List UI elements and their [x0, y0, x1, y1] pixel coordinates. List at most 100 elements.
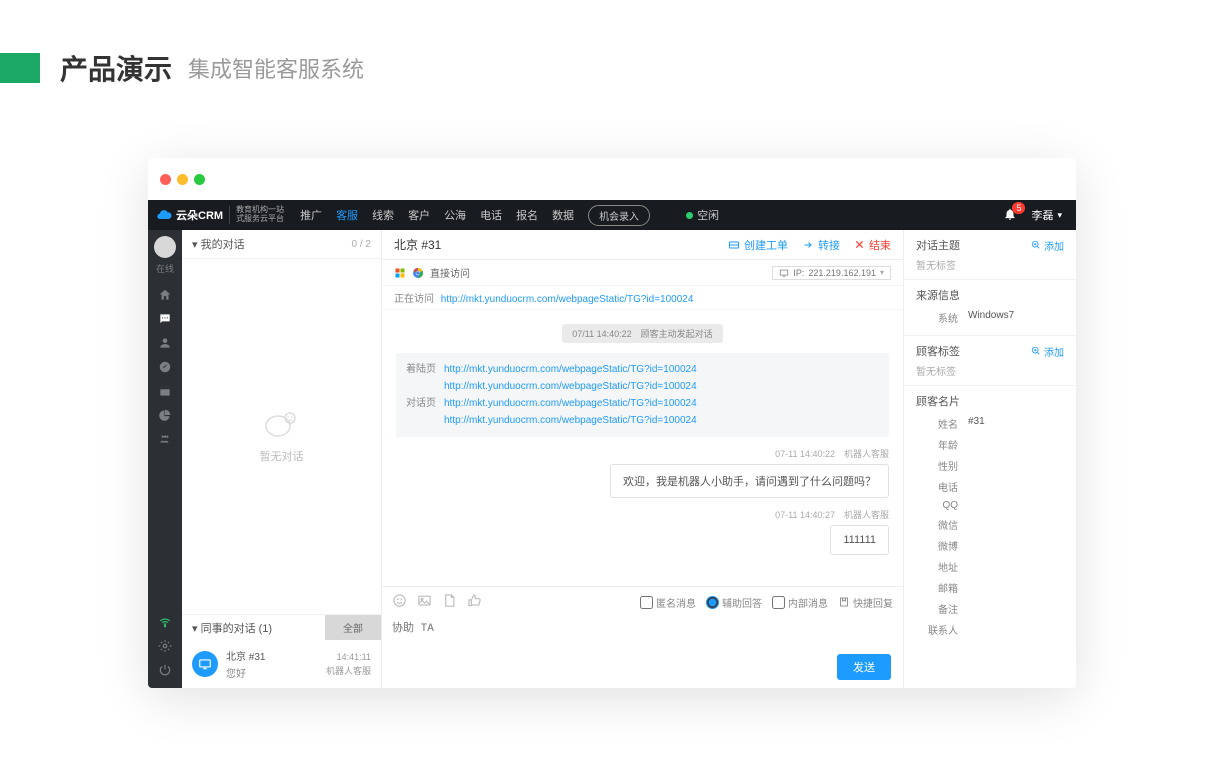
zoom-dot[interactable] [194, 174, 205, 185]
page-info-box: 着陆页http://mkt.yunduocrm.com/webpageStati… [396, 353, 889, 437]
message-2: 07-11 14:40:27 机器人客服 111111 [396, 508, 889, 555]
bubble: 欢迎，我是机器人小助手，请问遇到了什么问题吗？ [610, 464, 889, 498]
nav-service[interactable]: 客服 [336, 207, 358, 223]
internal-checkbox[interactable]: 内部消息 [772, 595, 828, 610]
emoji-icon[interactable] [392, 593, 407, 611]
gear-icon[interactable] [148, 634, 182, 658]
minimize-dot[interactable] [177, 174, 188, 185]
quick-reply-button[interactable]: 快捷回复 [838, 595, 893, 610]
person-icon[interactable] [148, 331, 182, 355]
chat-icon[interactable] [148, 307, 182, 331]
conversation-panel: ▾ 我的对话 0 / 2 暂无对话 ▾ 同事的对话 (1) 全部 [182, 230, 382, 688]
file-icon[interactable] [442, 593, 457, 611]
nav-phone[interactable]: 电话 [480, 207, 502, 223]
landing-link-1[interactable]: http://mkt.yunduocrm.com/webpageStatic/T… [444, 364, 697, 375]
section-source: 来源信息 系统Windows7 [904, 280, 1076, 336]
chat-actions: 创建工单 转接 结束 [728, 237, 891, 253]
nav-sea[interactable]: 公海 [444, 207, 466, 223]
image-icon[interactable] [417, 593, 432, 611]
user-menu[interactable]: 李磊 ▾ [1031, 207, 1062, 223]
window-traffic-lights [148, 158, 1076, 200]
cloud-icon [156, 207, 172, 223]
send-button[interactable]: 发送 [837, 654, 891, 680]
talk-link-2[interactable]: http://mkt.yunduocrm.com/webpageStatic/T… [444, 415, 697, 426]
transfer-button[interactable]: 转接 [802, 237, 840, 253]
avatar[interactable] [154, 236, 176, 258]
chat-header: 北京 #31 创建工单 转接 结束 [382, 230, 903, 260]
chevron-down-icon: ▾ [1057, 210, 1062, 221]
anon-checkbox[interactable]: 匿名消息 [640, 595, 696, 610]
assist-radio[interactable]: 辅助回答 [706, 595, 762, 610]
title-sub: 集成智能客服系统 [188, 52, 364, 84]
caret-icon: ▾ [192, 623, 201, 635]
talk-link-1[interactable]: http://mkt.yunduocrm.com/webpageStatic/T… [444, 398, 697, 409]
topbar-right: 5 李磊 ▾ [1003, 207, 1076, 224]
status-dot-icon [686, 212, 693, 219]
all-button[interactable]: 全部 [325, 615, 381, 640]
add-tag-button[interactable]: 添加 [1031, 344, 1064, 359]
calendar-icon[interactable] [148, 379, 182, 403]
pie-icon[interactable] [148, 403, 182, 427]
brand-sub: 教育机构一站 式服务云平台 [229, 206, 284, 224]
record-opportunity-button[interactable]: 机会录入 [588, 205, 650, 226]
close-icon [854, 239, 865, 250]
nav-signup[interactable]: 报名 [516, 207, 538, 223]
visiting-link[interactable]: http://mkt.yunduocrm.com/webpageStatic/T… [441, 294, 694, 305]
conv-info: 北京 #31 您好 [226, 648, 318, 680]
ip-box[interactable]: IP: 221.219.162.191 ▾ [772, 266, 891, 280]
arrow-icon [802, 239, 814, 251]
status-indicator[interactable]: 空闲 [686, 207, 719, 223]
chat-subheader: 直接访问 IP: 221.219.162.191 ▾ [382, 260, 903, 286]
conv-meta: 14:41:11 机器人客服 [326, 652, 371, 677]
windows-icon [394, 267, 406, 279]
check-circle-icon[interactable] [148, 355, 182, 379]
compose-box: 匿名消息 辅助回答 内部消息 快捷回复 发送 [382, 586, 903, 688]
message-1: 07-11 14:40:22 机器人客服 欢迎，我是机器人小助手，请问遇到了什么… [396, 447, 889, 498]
chat-title: 北京 #31 [394, 236, 441, 253]
bubble: 111111 [830, 525, 889, 555]
bookmark-icon [838, 596, 850, 608]
close-dot[interactable] [160, 174, 171, 185]
landing-link-2[interactable]: http://mkt.yunduocrm.com/webpageStatic/T… [444, 381, 697, 392]
section-topic: 对话主题 添加 暂无标签 [904, 230, 1076, 280]
power-icon[interactable] [148, 658, 182, 682]
user-name: 李磊 [1031, 207, 1053, 223]
nav-clue[interactable]: 线索 [372, 207, 394, 223]
section-customer-card: 顾客名片 姓名#31 年龄 性别 电话 QQ 微信 微博 地址 邮箱 备注 联系… [904, 386, 1076, 647]
compose-toolbar: 匿名消息 辅助回答 内部消息 快捷回复 [392, 593, 893, 611]
title-main: 产品演示 [60, 48, 172, 88]
system-pill: 07/11 14:40:22 顾客主动发起对话 [562, 324, 722, 343]
chat-area: 北京 #31 创建工单 转接 结束 [382, 230, 904, 688]
nav-promote[interactable]: 推广 [300, 207, 322, 223]
conversation-item[interactable]: 北京 #31 您好 14:41:11 机器人客服 [182, 640, 381, 688]
nav-customer[interactable]: 客户 [408, 207, 430, 223]
thumbs-up-icon[interactable] [467, 593, 482, 611]
empty-state: 暂无对话 [182, 259, 381, 614]
search-plus-icon [1031, 240, 1041, 250]
message-input[interactable] [392, 619, 893, 651]
create-ticket-button[interactable]: 创建工单 [728, 237, 788, 253]
brand-text: 云朵CRM [176, 207, 223, 223]
chevron-down-icon: ▾ [880, 268, 884, 277]
end-button[interactable]: 结束 [854, 237, 891, 253]
notifications-button[interactable]: 5 [1003, 207, 1017, 224]
slide-title: 产品演示 集成智能客服系统 [0, 48, 1210, 88]
section-customer-tag: 顾客标签 添加 暂无标签 [904, 336, 1076, 386]
topbar: 云朵CRM 教育机构一站 式服务云平台 推广 客服 线索 客户 公海 电话 报名… [148, 200, 1076, 230]
visiting-row: 正在访问 http://mkt.yunduocrm.com/webpageSta… [382, 286, 903, 310]
wifi-icon[interactable] [148, 610, 182, 634]
home-icon[interactable] [148, 283, 182, 307]
my-conv-header[interactable]: ▾ 我的对话 0 / 2 [182, 230, 381, 259]
empty-label: 暂无对话 [260, 448, 304, 464]
conv-count: 0 / 2 [352, 239, 371, 250]
chat-log[interactable]: 07/11 14:40:22 顾客主动发起对话 着陆页http://mkt.yu… [382, 310, 903, 586]
monitor-small-icon [779, 268, 789, 278]
nav-data[interactable]: 数据 [552, 207, 574, 223]
add-topic-button[interactable]: 添加 [1031, 238, 1064, 253]
top-nav: 推广 客服 线索 客户 公海 电话 报名 数据 [300, 207, 574, 223]
brand-logo[interactable]: 云朵CRM 教育机构一站 式服务云平台 [148, 200, 292, 230]
app-body: 在线 ▾ 我的对话 0 / 2 [148, 230, 1076, 688]
empty-chat-icon [264, 410, 300, 440]
people-icon[interactable] [148, 427, 182, 451]
ticket-icon [728, 239, 740, 251]
